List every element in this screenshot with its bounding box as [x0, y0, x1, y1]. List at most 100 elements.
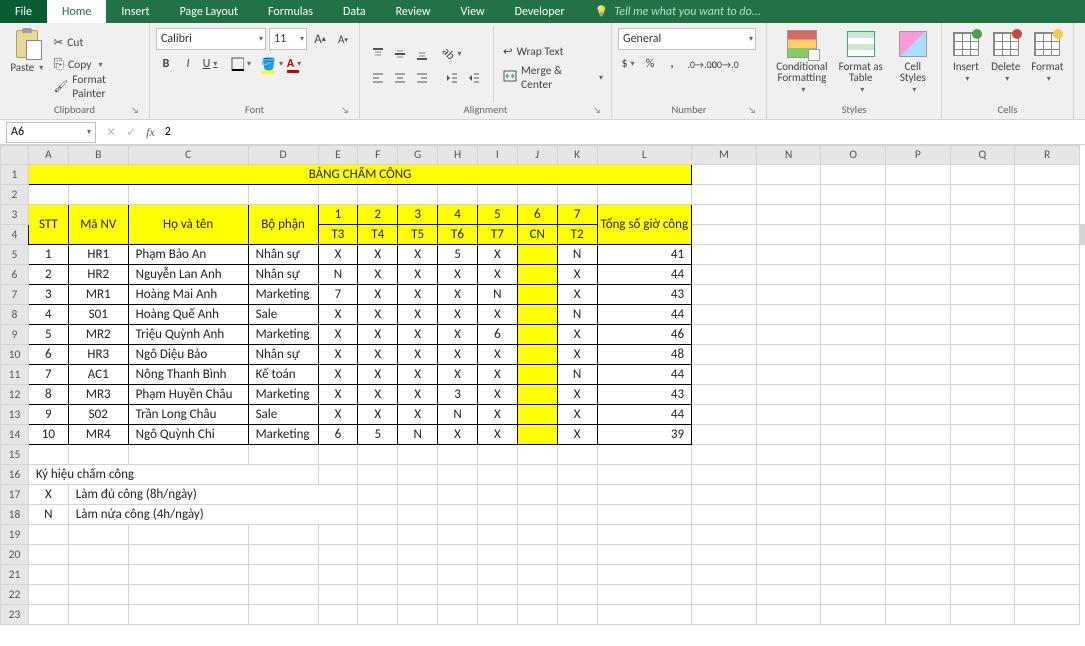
tab-review[interactable]: Review [381, 0, 446, 23]
cell[interactable] [950, 465, 1015, 485]
cell[interactable] [68, 525, 128, 545]
cell[interactable] [438, 585, 478, 605]
cell[interactable] [438, 185, 478, 205]
cell[interactable] [950, 505, 1015, 525]
font-color-button[interactable]: A▾ [284, 54, 304, 74]
fx-icon[interactable]: fx [146, 125, 155, 140]
cell[interactable] [692, 285, 757, 305]
hdr-day-6[interactable]: 7 [557, 205, 597, 225]
row-header-6[interactable]: 6 [1, 265, 29, 285]
row-header-21[interactable]: 21 [1, 565, 29, 585]
cell[interactable] [886, 565, 951, 585]
cell[interactable]: Triệu Quỳnh Anh [128, 325, 248, 345]
cell[interactable] [821, 285, 886, 305]
cell[interactable] [950, 565, 1015, 585]
cell[interactable] [692, 405, 757, 425]
col-header-J[interactable]: J [517, 146, 557, 165]
cell[interactable] [821, 545, 886, 565]
cell[interactable] [68, 585, 128, 605]
cell[interactable] [248, 185, 318, 205]
cell[interactable] [517, 585, 557, 605]
cell[interactable] [398, 605, 438, 625]
cell[interactable] [557, 505, 597, 525]
cell[interactable] [1015, 205, 1080, 225]
cell[interactable] [557, 465, 597, 485]
cell[interactable]: X [398, 385, 438, 405]
cell[interactable] [517, 285, 557, 305]
tab-home[interactable]: Home [47, 0, 106, 23]
cell[interactable]: 5 [28, 325, 68, 345]
cell[interactable] [248, 585, 318, 605]
cell[interactable] [128, 545, 248, 565]
cell[interactable] [557, 445, 597, 465]
cell[interactable] [692, 445, 757, 465]
cell[interactable]: 44 [597, 305, 692, 325]
cell[interactable] [692, 385, 757, 405]
cell[interactable] [692, 265, 757, 285]
cell[interactable] [128, 565, 248, 585]
cell[interactable] [398, 445, 438, 465]
row-header-22[interactable]: 22 [1, 585, 29, 605]
row-header-7[interactable]: 7 [1, 285, 29, 305]
font-name-select[interactable]: Calibri▾ [156, 28, 266, 50]
cell[interactable]: X [477, 365, 517, 385]
cell[interactable] [756, 245, 821, 265]
cell[interactable]: Hoàng Quế Anh [128, 305, 248, 325]
cell[interactable] [886, 605, 951, 625]
cell[interactable] [1015, 585, 1080, 605]
row-header-20[interactable]: 20 [1, 545, 29, 565]
cell[interactable] [950, 225, 1015, 245]
cell[interactable]: N [477, 285, 517, 305]
cell[interactable] [950, 525, 1015, 545]
col-header-P[interactable]: P [886, 146, 951, 165]
bold-button[interactable]: B [156, 54, 176, 74]
cell[interactable] [821, 185, 886, 205]
cell[interactable] [950, 325, 1015, 345]
cell[interactable] [248, 545, 318, 565]
cell[interactable]: 7 [28, 365, 68, 385]
name-box[interactable]: A6▾ [6, 122, 96, 143]
cell[interactable] [1015, 465, 1080, 485]
cell[interactable] [886, 445, 951, 465]
cell[interactable] [821, 525, 886, 545]
cell[interactable] [692, 585, 757, 605]
cell[interactable]: X [477, 245, 517, 265]
cell[interactable]: Nhân sự [248, 265, 318, 285]
cell[interactable]: X [477, 405, 517, 425]
cell[interactable]: X [398, 325, 438, 345]
cell[interactable] [517, 385, 557, 405]
cell[interactable] [477, 545, 517, 565]
cell[interactable] [821, 385, 886, 405]
merge-center-button[interactable]: Merge & Center▾ [503, 67, 603, 89]
cell[interactable]: X [358, 245, 398, 265]
cell[interactable] [477, 505, 517, 525]
cell[interactable] [318, 465, 358, 485]
cell[interactable]: X [557, 425, 597, 445]
cell[interactable] [398, 185, 438, 205]
title-cell[interactable]: BẢNG CHẤM CÔNG [28, 165, 691, 185]
hdr-wd-3[interactable]: T6 [438, 225, 478, 245]
cell[interactable]: Marketing [248, 285, 318, 305]
cell[interactable] [517, 505, 557, 525]
cell[interactable]: X [318, 245, 358, 265]
cell[interactable]: N [398, 425, 438, 445]
cell[interactable] [28, 445, 68, 465]
cell[interactable] [517, 445, 557, 465]
cell[interactable] [438, 525, 478, 545]
fill-color-button[interactable]: 🪣▾ [262, 54, 282, 74]
cell[interactable]: 6 [477, 325, 517, 345]
number-format-select[interactable]: General▾ [618, 28, 756, 50]
cell[interactable] [821, 445, 886, 465]
cell[interactable] [756, 185, 821, 205]
cell[interactable] [68, 445, 128, 465]
cell[interactable] [68, 565, 128, 585]
cell[interactable]: X [28, 485, 68, 505]
cell[interactable] [821, 405, 886, 425]
cell[interactable]: Marketing [248, 425, 318, 445]
cell[interactable]: Sale [248, 405, 318, 425]
tab-developer[interactable]: Developer [500, 0, 580, 23]
format-cells-button[interactable]: Format▾ [1028, 26, 1067, 103]
hdr-wd-0[interactable]: T3 [318, 225, 358, 245]
cell[interactable] [398, 565, 438, 585]
cell[interactable] [756, 385, 821, 405]
